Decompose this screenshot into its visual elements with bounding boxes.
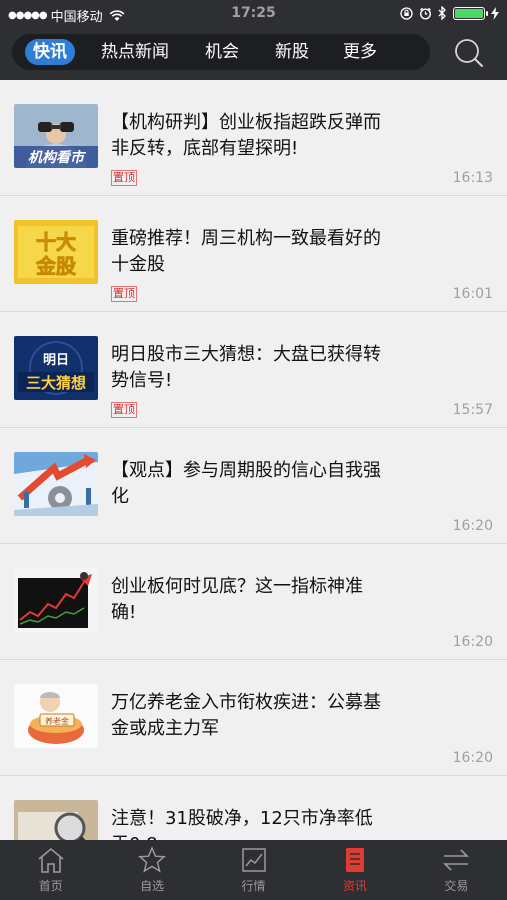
- nav-news[interactable]: 资讯: [304, 840, 405, 900]
- ten-gold-stocks-image: 十大 金股: [14, 220, 98, 284]
- news-item[interactable]: 明日 三大猜想 明日股市三大猜想：大盘已获得转势信号! 置顶 15:57: [0, 312, 507, 428]
- tab-5[interactable]: 更多: [335, 39, 385, 65]
- news-item[interactable]: 养老金 万亿养老金入市衔枚疾进：公募基金或成主力军 16:20: [0, 660, 507, 776]
- app-root: ●●●●● 中国移动 17:25 快讯 热点新闻 机会 新股 更多 机构看市 【…: [0, 0, 507, 900]
- svg-text:机构看市: 机构看市: [28, 149, 87, 166]
- status-bar: ●●●●● 中国移动 17:25: [0, 0, 507, 28]
- pension-fund-image: 养老金: [14, 684, 98, 748]
- news-time: 16:20: [452, 750, 493, 766]
- tab-list: 快讯 热点新闻 机会 新股 更多: [12, 34, 430, 70]
- rotation-lock-icon: [400, 6, 413, 20]
- stock-chart-image: [14, 568, 98, 632]
- news-thumbnail: [14, 568, 98, 632]
- news-thumbnail: 十大 金股: [14, 220, 98, 284]
- gear-arrow-image: [14, 452, 98, 516]
- nav-home-label: 首页: [38, 879, 63, 893]
- magnifier-notes-image: [14, 800, 98, 840]
- nav-trade-label: 交易: [444, 879, 469, 893]
- nav-news-label: 资讯: [342, 879, 367, 893]
- news-thumbnail: 明日 三大猜想: [14, 336, 98, 400]
- news-title: 注意！31股破净，12只市净率低于0.8: [111, 808, 373, 840]
- tab-2[interactable]: 热点新闻: [93, 39, 177, 65]
- news-title: 万亿养老金入市衔枚疾进：公募基金或成主力军: [111, 692, 381, 739]
- star-icon: [138, 846, 166, 873]
- three-guesses-image: 明日 三大猜想: [14, 336, 98, 400]
- news-thumbnail: 机构看市: [14, 104, 98, 168]
- chart-icon: [241, 848, 266, 872]
- binoculars-person-image: 机构看市: [14, 104, 98, 168]
- tab-1[interactable]: 快讯: [25, 39, 75, 65]
- news-icon: [345, 848, 364, 872]
- category-tab-bar: 快讯 热点新闻 机会 新股 更多: [12, 34, 430, 70]
- news-item[interactable]: 【观点】参与周期股的信心自我强化 16:20: [0, 428, 507, 544]
- bluetooth-icon: [438, 6, 446, 20]
- news-item[interactable]: 十大 金股 重磅推荐！周三机构一致最看好的十金股 置顶 16:01: [0, 196, 507, 312]
- status-right: [400, 6, 499, 20]
- news-time: 16:20: [452, 634, 493, 650]
- battery-icon: [453, 6, 488, 20]
- news-item[interactable]: 创业板何时见底？这一指标神准确! 16:20: [0, 544, 507, 660]
- tab-4[interactable]: 新股: [267, 39, 317, 65]
- svg-text:十大: 十大: [36, 230, 76, 254]
- news-item[interactable]: 注意！31股破净，12只市净率低于0.8: [0, 776, 507, 840]
- svg-text:金股: 金股: [35, 254, 76, 278]
- news-time: 16:13: [452, 170, 493, 186]
- news-time: 15:57: [452, 402, 493, 418]
- news-thumbnail: [14, 452, 98, 516]
- home-icon: [38, 847, 64, 873]
- news-title: 【机构研判】创业板指超跌反弹而非反转，底部有望探明!: [111, 112, 381, 159]
- news-title: 【观点】参与周期股的信心自我强化: [111, 460, 381, 507]
- svg-text:养老金: 养老金: [45, 716, 69, 726]
- news-title: 明日股市三大猜想：大盘已获得转势信号!: [111, 344, 381, 391]
- nav-watchlist[interactable]: 自选: [101, 840, 202, 900]
- swap-icon: [443, 849, 470, 871]
- svg-text:明日: 明日: [43, 353, 69, 368]
- nav-home[interactable]: 首页: [0, 840, 101, 900]
- news-thumbnail: [14, 800, 98, 840]
- news-time: 16:01: [452, 286, 493, 302]
- news-thumbnail: 养老金: [14, 684, 98, 748]
- nav-trade[interactable]: 交易: [406, 840, 507, 900]
- top-header: ●●●●● 中国移动 17:25 快讯 热点新闻 机会 新股 更多: [0, 0, 507, 80]
- charging-icon: [491, 6, 499, 20]
- search-icon[interactable]: [453, 37, 485, 69]
- nav-watchlist-label: 自选: [140, 879, 165, 893]
- news-title: 重磅推荐！周三机构一致最看好的十金股: [111, 228, 381, 275]
- pinned-badge: 置顶: [111, 402, 137, 418]
- alarm-icon: [419, 7, 432, 20]
- news-list[interactable]: 机构看市 【机构研判】创业板指超跌反弹而非反转，底部有望探明! 置顶 16:13…: [0, 80, 507, 840]
- nav-market-label: 行情: [241, 879, 266, 893]
- tab-3[interactable]: 机会: [197, 39, 247, 65]
- pinned-badge: 置顶: [111, 170, 137, 186]
- nav-market[interactable]: 行情: [203, 840, 304, 900]
- news-title: 创业板何时见底？这一指标神准确!: [111, 576, 363, 623]
- news-time: 16:20: [452, 518, 493, 534]
- pinned-badge: 置顶: [111, 286, 137, 302]
- bottom-navigation: 首页 自选 行情 资讯 交易: [0, 840, 507, 900]
- svg-text:三大猜想: 三大猜想: [26, 374, 86, 392]
- news-item[interactable]: 机构看市 【机构研判】创业板指超跌反弹而非反转，底部有望探明! 置顶 16:13: [0, 80, 507, 196]
